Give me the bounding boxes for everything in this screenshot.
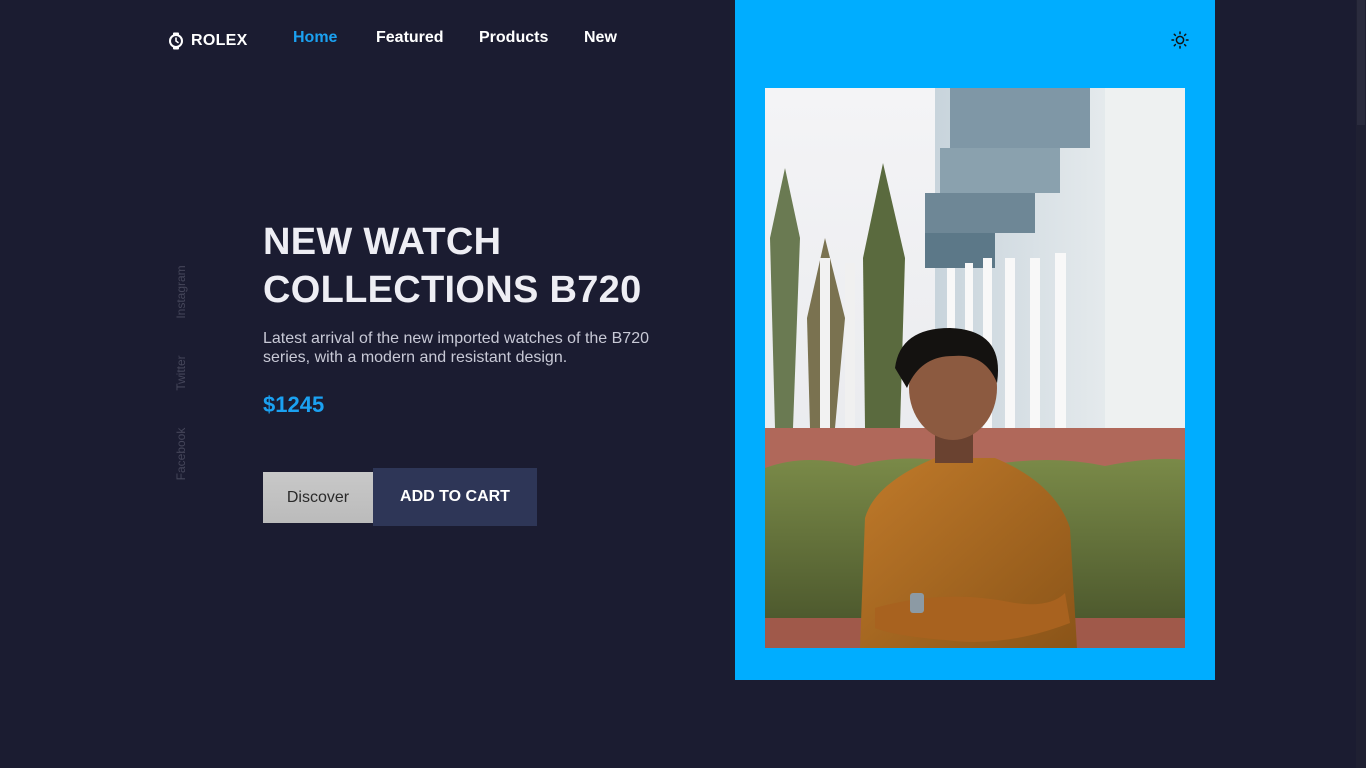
brand-logo[interactable]: ROLEX	[168, 30, 248, 52]
social-instagram[interactable]: Instagram	[173, 262, 189, 322]
add-to-cart-button[interactable]: ADD TO CART	[373, 468, 537, 526]
nav-new[interactable]: New	[584, 29, 617, 47]
sun-icon[interactable]	[1171, 31, 1189, 49]
hero-title: NEW WATCH COLLECTIONS B720	[263, 218, 683, 314]
nav-featured[interactable]: Featured	[376, 29, 444, 47]
product-price: $1245	[263, 392, 325, 417]
social-twitter-label: Twitter	[174, 355, 188, 391]
discover-button[interactable]: Discover	[263, 472, 373, 523]
nav-home[interactable]: Home	[293, 29, 337, 47]
social-twitter[interactable]: Twitter	[173, 352, 189, 394]
hero-title-line2: COLLECTIONS B720	[263, 269, 642, 311]
social-instagram-label: Instagram	[174, 265, 188, 319]
social-facebook[interactable]: Facebook	[173, 425, 189, 483]
scrollbar[interactable]	[1356, 0, 1366, 768]
nav-products[interactable]: Products	[479, 29, 548, 47]
brand-name: ROLEX	[191, 32, 248, 49]
scrollbar-thumb[interactable]	[1357, 0, 1365, 125]
social-facebook-label: Facebook	[174, 427, 188, 481]
hero-photo	[765, 88, 1185, 648]
hero-title-line1: NEW WATCH	[263, 221, 502, 263]
watch-icon	[169, 32, 183, 50]
hero-description: Latest arrival of the new imported watch…	[263, 330, 649, 366]
page: ROLEX Home Featured Products New Instagr…	[0, 0, 1366, 768]
